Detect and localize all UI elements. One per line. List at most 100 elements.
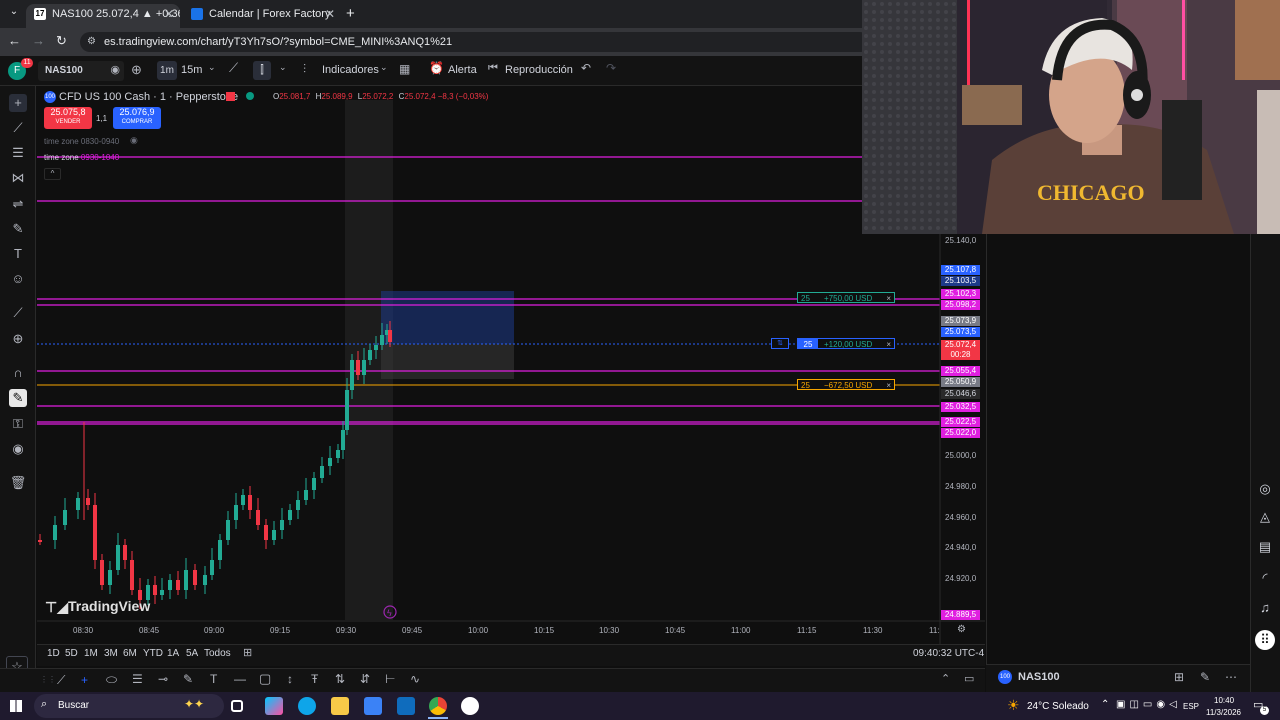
tray-overflow-icon[interactable]: ⌃ (1101, 699, 1109, 710)
candle-body (350, 360, 354, 390)
edit-icon[interactable]: ✎ (1200, 670, 1210, 684)
range-5a-button[interactable]: 5A (186, 648, 198, 659)
reverse-position-button[interactable]: ⇅ (771, 338, 789, 349)
taskbar-date[interactable]: 11/3/2026 (1206, 708, 1241, 717)
watchlist-symbol[interactable]: NAS100 (1018, 671, 1060, 683)
candle-body (280, 520, 284, 530)
taskbar-search-box[interactable]: ⌕ Buscar ✦✦ (34, 694, 224, 718)
price-badge: 25.073,9 (941, 316, 980, 326)
search-icon: ⌕ (41, 698, 48, 710)
brush-icon[interactable]: ✎ (183, 672, 193, 686)
chrome-active-indicator (428, 717, 448, 719)
file-explorer-icon[interactable] (331, 697, 349, 715)
right-widget-panel (986, 234, 1250, 664)
store-icon[interactable] (364, 697, 382, 715)
position-order[interactable]: 25 +120,00 USD × (797, 338, 895, 349)
language-indicator[interactable]: ESP (1183, 702, 1199, 711)
candle-body (130, 560, 134, 590)
chrome-icon[interactable] (429, 697, 447, 715)
stop-zone[interactable] (381, 344, 514, 379)
goto-date-icon[interactable]: ⊞ (243, 646, 252, 659)
watchlist-symbol-badge: 100 (998, 670, 1012, 684)
candle-body (153, 585, 157, 595)
candle-body (264, 525, 268, 540)
hidden-eye-icon[interactable]: ◉ (130, 135, 138, 146)
tradingview-app-icon[interactable] (461, 697, 479, 715)
notification-count: 5 (1260, 706, 1269, 715)
trend-line-icon[interactable]: ⟋ (57, 673, 65, 688)
take-profit-order[interactable]: 25 +750,00 USD × (797, 292, 895, 303)
candle-body (86, 498, 90, 505)
close-position-icon[interactable]: × (886, 339, 891, 350)
stop-loss-order[interactable]: 25 −672,50 USD × (797, 379, 895, 390)
cancel-order-icon[interactable]: × (886, 380, 891, 391)
horizontal-ray-icon[interactable]: ⊸ (158, 672, 168, 686)
collapse-panel-icon[interactable]: ⌃ (941, 672, 950, 685)
buy-button[interactable]: 25.076,9 COMPRAR (113, 107, 161, 129)
candle-body (374, 345, 378, 350)
candle-body (380, 335, 384, 345)
candle-body (168, 580, 172, 590)
apps-icon[interactable]: ⠿ (1255, 630, 1275, 650)
range-1a-button[interactable]: 1A (167, 648, 179, 659)
time-tick: 11:30 (863, 626, 883, 635)
ellipse-icon[interactable]: ⬭ (106, 672, 117, 688)
text-icon[interactable]: T (210, 672, 217, 686)
layers-icon[interactable]: ◬ (1257, 509, 1273, 525)
calendar-icon[interactable]: ▤ (1257, 539, 1273, 555)
short-position-icon[interactable]: ⇵ (360, 672, 370, 686)
range-6m-button[interactable]: 6M (123, 648, 137, 659)
range-1m-button[interactable]: 1M (84, 648, 98, 659)
indicator-legend-2[interactable]: time zone 0930-1040 (44, 153, 119, 162)
sell-button[interactable]: 25.075,8 VENDER (44, 107, 92, 129)
range-all-button[interactable]: Todos (204, 648, 231, 659)
target-icon[interactable]: ◎ (1257, 481, 1273, 497)
outlook-icon[interactable] (397, 697, 415, 715)
range-ytd-button[interactable]: YTD (143, 648, 163, 659)
bell-icon[interactable]: ♫ (1257, 600, 1273, 616)
text-note-icon[interactable]: Ŧ (311, 672, 318, 686)
layout-icon[interactable]: ⊞ (1174, 670, 1184, 684)
candle-body (296, 500, 300, 510)
maximize-panel-icon[interactable]: ▭ (964, 672, 974, 685)
copilot-icon[interactable] (265, 697, 283, 715)
candle-body (304, 490, 308, 500)
axis-settings-icon[interactable]: ⚙ (957, 624, 966, 635)
drag-handle-icon[interactable]: ⋮⋮ (40, 675, 56, 684)
tray-icons[interactable]: ▣◫▭◉◁ (1116, 699, 1181, 710)
price-badge: 24.889,5 (941, 610, 980, 620)
time-tick: 09:15 (270, 626, 291, 635)
range-5d-button[interactable]: 5D (65, 648, 78, 659)
candle-body (176, 580, 180, 590)
candle-body (93, 505, 97, 560)
buy-label: COMPRAR (121, 119, 153, 125)
edge-icon[interactable] (298, 697, 316, 715)
order-pnl: +120,00 USD (824, 340, 873, 349)
fib-icon[interactable]: ☰ (132, 672, 143, 686)
range-1d-button[interactable]: 1D (47, 648, 60, 659)
vertical-line-icon[interactable]: ↕ (287, 672, 293, 686)
time-tick: 10:15 (534, 626, 555, 635)
candle-body (356, 360, 360, 375)
clock-timezone[interactable]: 09:40:32 UTC-4 (913, 648, 984, 659)
legend-title[interactable]: CFD US 100 Cash · 1 · Pepperstone (59, 91, 238, 103)
more-icon[interactable]: ⋯ (1225, 670, 1237, 684)
rectangle-icon[interactable]: ▢ (259, 671, 271, 687)
date-range-icon[interactable]: ⊢ (385, 672, 395, 686)
taskbar-time[interactable]: 10:40 (1214, 696, 1234, 705)
rss-icon[interactable]: ◜ (1257, 570, 1273, 586)
candle-body (234, 505, 238, 520)
candle-body (256, 510, 260, 525)
indicator-legend-1[interactable]: time zone 0830-0940 (44, 137, 119, 146)
candle-body (63, 510, 67, 525)
weather-text[interactable]: 24°C Soleado (1027, 701, 1089, 712)
cancel-order-icon[interactable]: × (886, 293, 891, 304)
path-icon[interactable]: ∿ (410, 672, 420, 686)
windows-start-icon[interactable] (10, 700, 22, 712)
long-position-icon[interactable]: ⇅ (335, 672, 345, 686)
horizontal-line-icon[interactable]: — (234, 672, 246, 686)
crosshair-icon[interactable]: + (81, 673, 88, 687)
task-view-icon[interactable] (231, 700, 243, 712)
collapse-legend-button[interactable]: ^ (44, 168, 61, 180)
range-3m-button[interactable]: 3M (104, 648, 118, 659)
